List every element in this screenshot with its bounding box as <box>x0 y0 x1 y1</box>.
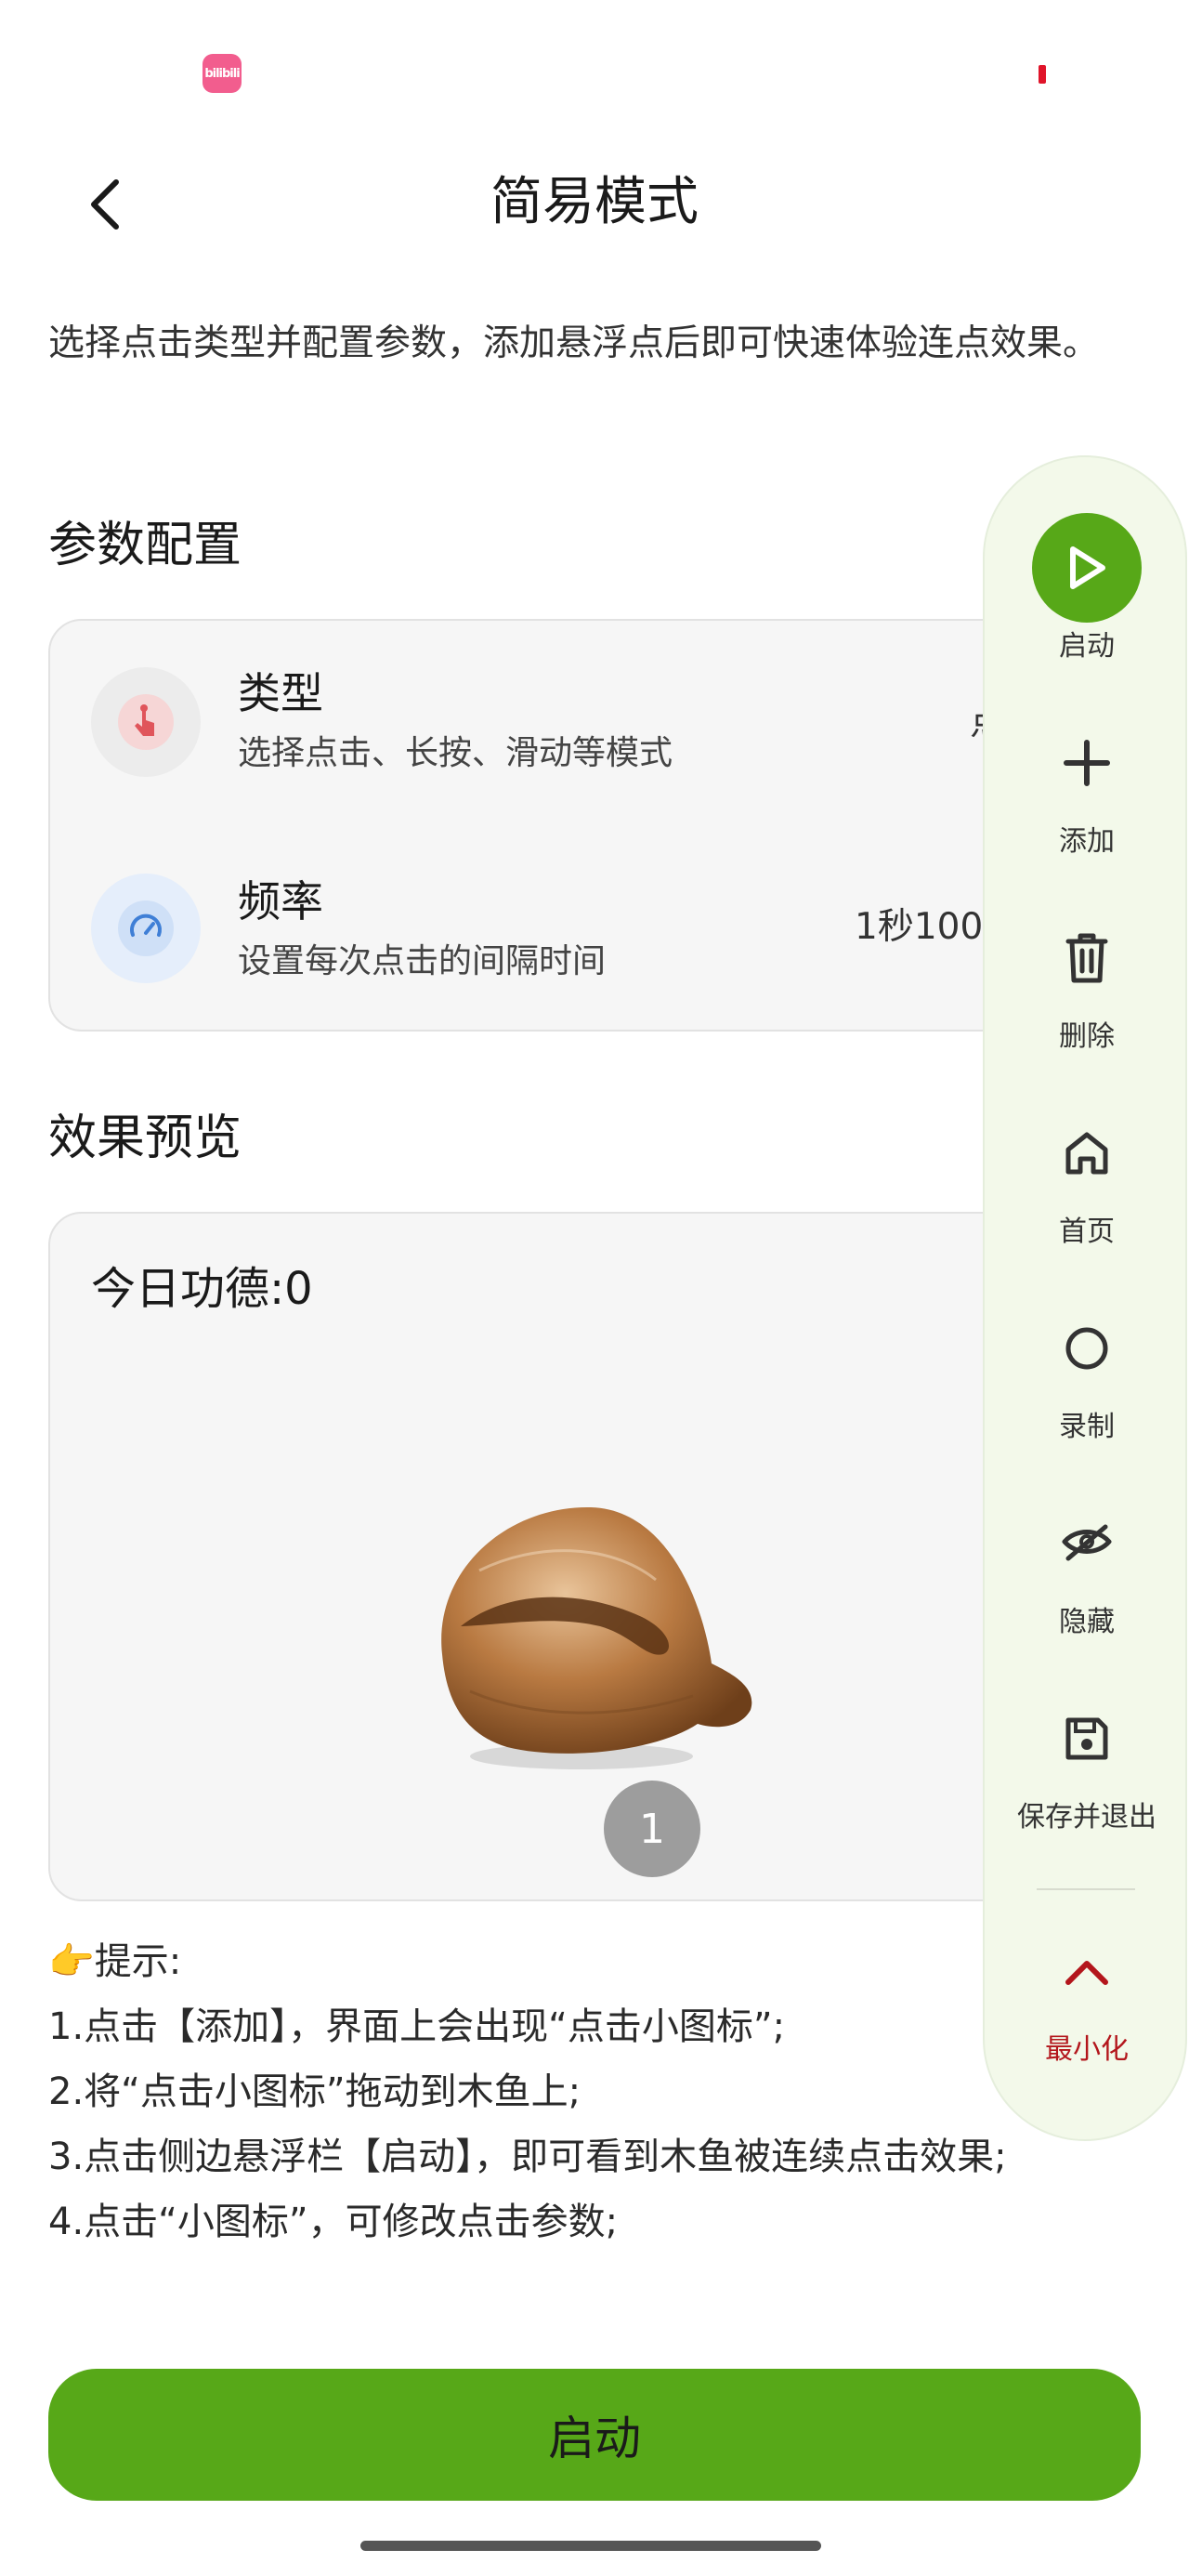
app-icon-text: bilibili <box>204 66 240 81</box>
record-icon <box>1032 1294 1142 1403</box>
speedometer-icon <box>91 874 201 983</box>
float-add-label: 添加 <box>1059 825 1115 858</box>
trash-icon <box>1032 903 1142 1013</box>
floating-toolbar: 启动 添加 删除 首页 录制 隐藏 保存并退出 最小化 <box>983 455 1187 2141</box>
plus-icon <box>1032 708 1142 818</box>
float-add-button[interactable]: 添加 <box>985 708 1189 862</box>
float-home-label: 首页 <box>1059 1216 1115 1248</box>
float-home-button[interactable]: 首页 <box>985 1098 1189 1253</box>
param-row-frequency[interactable]: 频率 设置每次点击的间隔时间 1秒1000 <box>50 827 1072 1033</box>
wooden-fish-image[interactable] <box>424 1487 765 1784</box>
float-start-button[interactable]: 启动 <box>985 513 1189 667</box>
section-title-params: 参数配置 <box>48 518 242 573</box>
float-delete-button[interactable]: 删除 <box>985 903 1189 1058</box>
param-frequency-subtitle: 设置每次点击的间隔时间 <box>238 942 607 980</box>
status-bar-app-icon: bilibili <box>203 54 242 93</box>
eye-off-icon <box>1032 1489 1142 1598</box>
float-record-button[interactable]: 录制 <box>985 1294 1189 1448</box>
float-start-label: 启动 <box>1059 630 1115 663</box>
start-button[interactable]: 启动 <box>48 2369 1141 2501</box>
param-frequency-title: 频率 <box>238 876 323 927</box>
tap-icon <box>91 667 201 777</box>
float-save-exit-button[interactable]: 保存并退出 <box>985 1684 1189 1838</box>
param-type-title: 类型 <box>238 668 323 718</box>
chevron-up-icon <box>1032 1916 1142 2026</box>
tip-line-4: 4.点击“小图标”，可修改点击参数; <box>48 2201 619 2243</box>
float-minimize-button[interactable]: 最小化 <box>985 1916 1189 2070</box>
param-type-subtitle: 选择点击、长按、滑动等模式 <box>238 734 673 772</box>
tap-marker[interactable]: 1 <box>604 1781 700 1877</box>
float-save-exit-label: 保存并退出 <box>1017 1801 1156 1833</box>
status-indicator <box>1039 65 1046 84</box>
intro-text: 选择点击类型并配置参数，添加悬浮点后即可快速体验连点效果。 <box>48 322 1100 364</box>
section-title-preview: 效果预览 <box>48 1111 242 1166</box>
param-row-type[interactable]: 类型 选择点击、长按、滑动等模式 点 <box>50 621 1072 827</box>
home-indicator[interactable] <box>360 2541 821 2551</box>
float-record-label: 录制 <box>1059 1411 1115 1443</box>
float-delete-label: 删除 <box>1059 1020 1115 1053</box>
float-divider <box>1037 1888 1135 1890</box>
play-icon <box>1032 513 1142 623</box>
tip-line-3: 3.点击侧边悬浮栏【启动】，即可看到木鱼被连续点击效果; <box>48 2136 1007 2178</box>
page-title: 简易模式 <box>490 172 699 232</box>
float-hide-label: 隐藏 <box>1059 1606 1115 1638</box>
merit-counter: 今日功德:0 <box>91 1263 313 1315</box>
home-icon <box>1032 1098 1142 1208</box>
float-hide-button[interactable]: 隐藏 <box>985 1489 1189 1643</box>
params-card: 类型 选择点击、长按、滑动等模式 点 频率 设置每次点击的间隔时间 1秒1000 <box>48 619 1070 1032</box>
float-minimize-label: 最小化 <box>1045 2033 1129 2066</box>
save-icon <box>1032 1684 1142 1794</box>
